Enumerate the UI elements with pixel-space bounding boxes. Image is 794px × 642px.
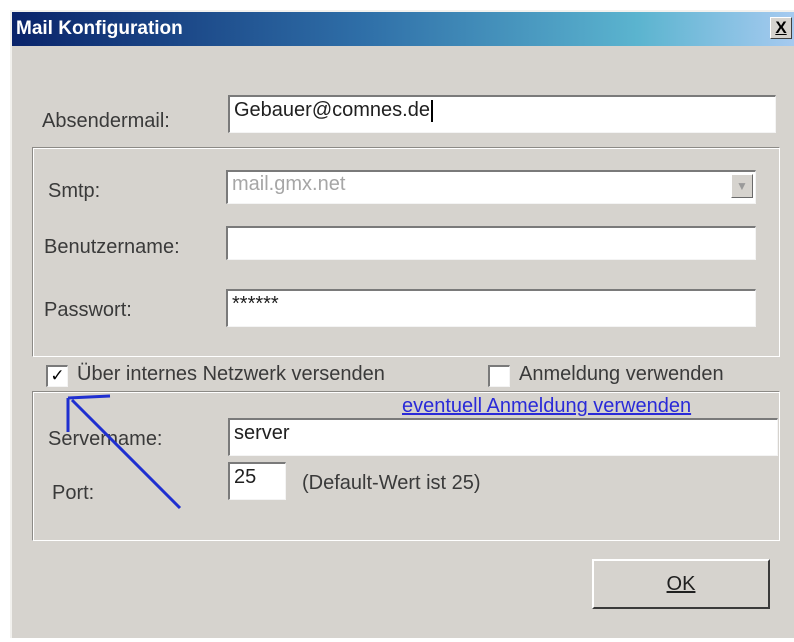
port-value: 25 xyxy=(234,466,257,488)
smtp-select[interactable]: mail.gmx.net ▼ xyxy=(226,170,756,204)
chevron-down-icon[interactable]: ▼ xyxy=(731,174,753,198)
smtp-label: Smtp: xyxy=(48,180,101,202)
internal-network-label[interactable]: Über internes Netzwerk versenden xyxy=(77,363,385,386)
username-label: Benutzername: xyxy=(44,236,180,258)
servername-value: server xyxy=(234,422,290,444)
servername-label: Servername: xyxy=(48,428,163,450)
sender-email-label: Absendermail: xyxy=(42,110,170,132)
password-value: ****** xyxy=(232,293,279,315)
window-title: Mail Konfiguration xyxy=(16,18,183,39)
password-field[interactable]: ****** xyxy=(226,289,756,327)
use-login-label[interactable]: Anmeldung verwenden xyxy=(519,363,724,386)
port-hint: (Default-Wert ist 25) xyxy=(302,472,481,494)
title-bar[interactable]: Mail Konfiguration X xyxy=(12,12,794,46)
internal-network-checkbox[interactable]: ✓ xyxy=(46,365,68,387)
annotation-text: eventuell Anmeldung verwenden xyxy=(402,395,692,417)
username-field[interactable] xyxy=(226,226,756,260)
ok-button-label: OK xyxy=(666,572,696,595)
ok-button[interactable]: OK xyxy=(592,559,770,609)
sender-email-value: Gebauer@comnes.de xyxy=(234,99,430,121)
use-login-checkbox[interactable] xyxy=(488,365,510,387)
mail-config-dialog: Mail Konfiguration X Absendermail: Gebau… xyxy=(10,10,794,638)
servername-field[interactable]: server xyxy=(228,418,778,456)
port-label: Port: xyxy=(52,482,95,504)
text-caret xyxy=(430,99,433,122)
sender-email-field[interactable]: Gebauer@comnes.de xyxy=(228,95,776,133)
close-button[interactable]: X xyxy=(770,17,792,39)
port-field[interactable]: 25 xyxy=(228,462,286,500)
smtp-value: mail.gmx.net xyxy=(232,173,346,195)
password-label: Passwort: xyxy=(44,299,132,321)
